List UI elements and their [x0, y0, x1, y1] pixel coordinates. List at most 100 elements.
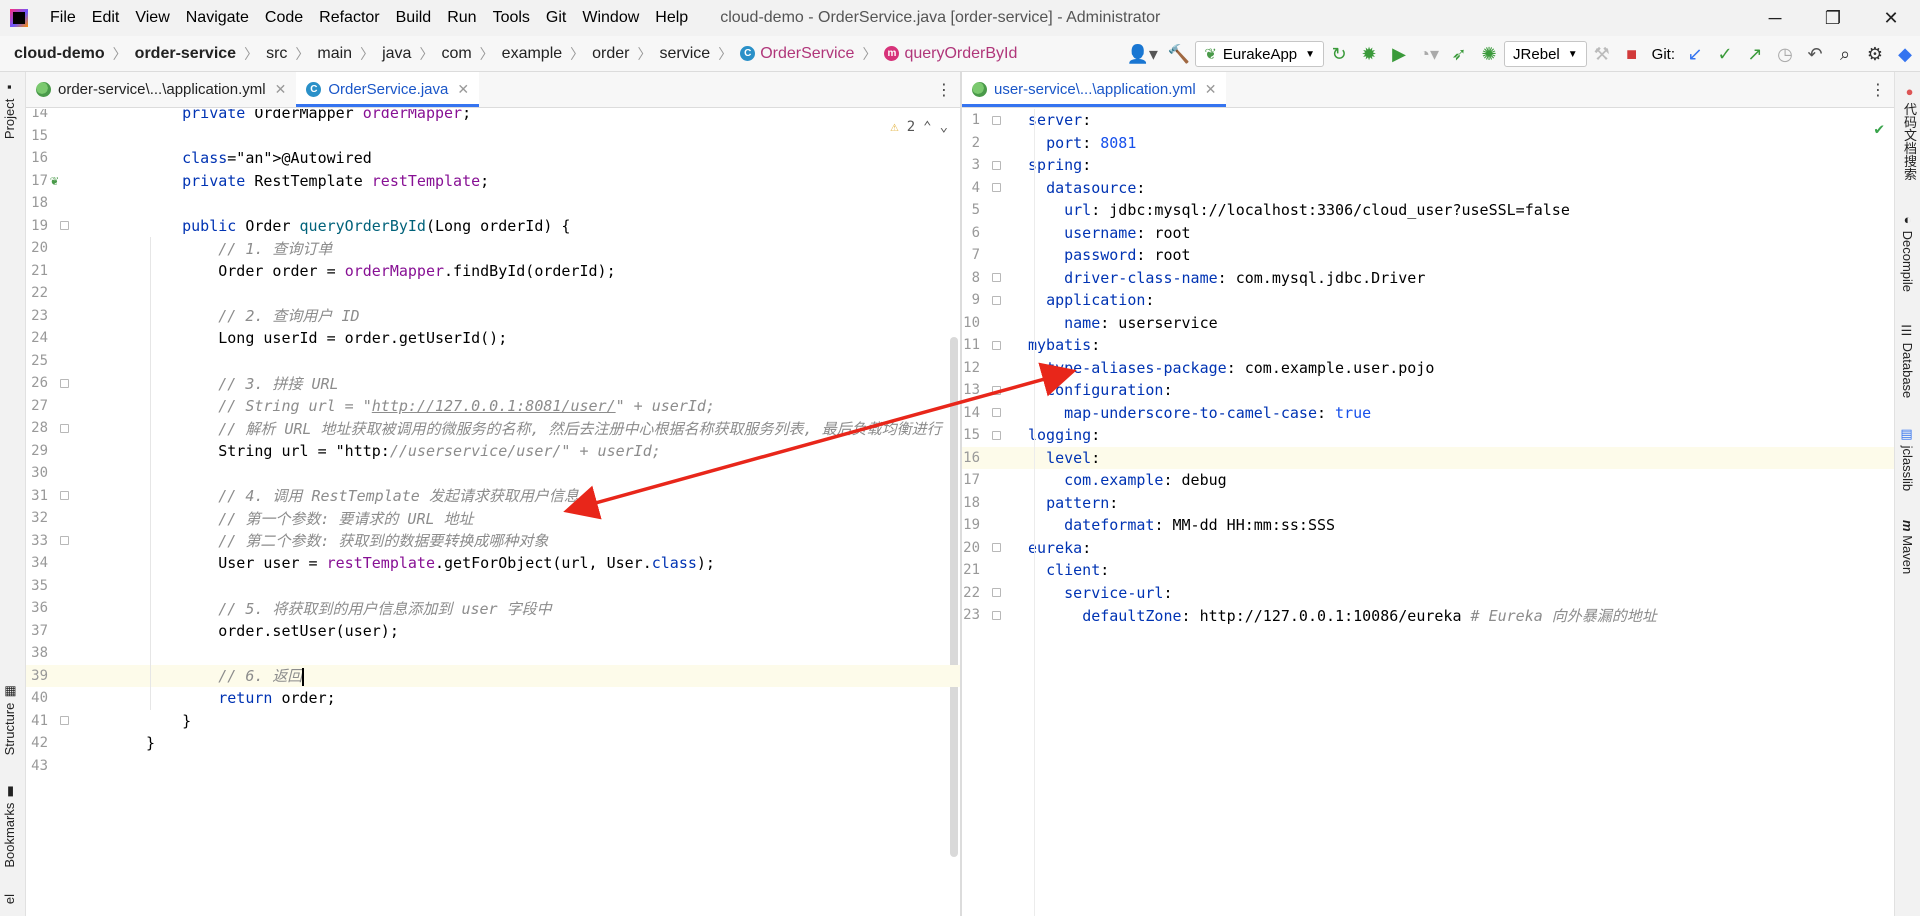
code-line[interactable]: 17 com.example: debug [962, 469, 1894, 492]
git-rollback-icon[interactable]: ↶ [1805, 44, 1825, 65]
more-tabs-icon[interactable]: ⋮ [936, 80, 952, 100]
code-line[interactable]: 19 public Order queryOrderById(Long orde… [26, 215, 960, 238]
code-line[interactable]: 30 [26, 462, 960, 485]
fold-marker-icon[interactable] [992, 115, 1001, 125]
fold-marker-icon[interactable] [992, 588, 1001, 598]
code-line[interactable]: 10 name: userservice [962, 312, 1894, 335]
code-line[interactable]: 4 datasource: [962, 177, 1894, 200]
user-dropdown-icon[interactable]: 👤▾ [1126, 44, 1157, 65]
menu-help[interactable]: Help [647, 9, 696, 27]
code-line[interactable]: 11 mybatis: [962, 334, 1894, 357]
code-line[interactable]: 32 // 第一个参数: 要请求的 URL 地址 [26, 507, 960, 530]
menu-run[interactable]: Run [439, 9, 484, 27]
code-line[interactable]: 9 application: [962, 289, 1894, 312]
code-line[interactable]: 20 // 1. 查询订单 [26, 237, 960, 260]
breadcrumb-item[interactable]: order [592, 45, 629, 63]
code-line[interactable]: 15 logging: [962, 424, 1894, 447]
code-line[interactable]: 13 configuration: [962, 379, 1894, 402]
code-line[interactable]: 34 User user = restTemplate.getForObject… [26, 552, 960, 575]
menu-git[interactable]: Git [538, 9, 574, 27]
structure-tool-tab[interactable]: Structure ▦ [2, 684, 17, 755]
menu-window[interactable]: Window [574, 9, 647, 27]
code-line[interactable]: 15 [26, 125, 960, 148]
breadcrumb-item[interactable]: src [266, 45, 287, 63]
code-line[interactable]: 31 // 4. 调用 RestTemplate 发起请求获取用户信息 [26, 485, 960, 508]
fold-marker-icon[interactable] [992, 160, 1001, 170]
git-update-icon[interactable]: ↙ [1685, 44, 1705, 65]
code-line[interactable]: 14 map-underscore-to-camel-case: true [962, 402, 1894, 425]
code-line[interactable]: 29 String url = "http://userservice/user… [26, 440, 960, 463]
coverage-icon[interactable]: ▶ [1389, 44, 1409, 65]
menu-navigate[interactable]: Navigate [178, 9, 257, 27]
database-tool-tab[interactable]: ☰ Database [1900, 324, 1915, 398]
decompile-tool-tab[interactable]: ◐ Decompile [1900, 212, 1915, 292]
cut-off-tool-tab[interactable]: el [2, 894, 17, 904]
code-line[interactable]: 37 order.setUser(user); [26, 620, 960, 643]
code-line[interactable]: 1 server: [962, 109, 1894, 132]
jetbrains-toolbox-icon[interactable]: ◆ [1895, 44, 1915, 65]
breadcrumb-item[interactable]: java [382, 45, 411, 63]
run-config-select[interactable]: ❦ EurakeApp ▼ [1195, 41, 1325, 67]
code-line[interactable]: 6 username: root [962, 222, 1894, 245]
fold-marker-icon[interactable] [992, 430, 1001, 440]
code-line[interactable]: 23 // 2. 查询用户 ID [26, 305, 960, 328]
code-line[interactable]: 17 private RestTemplate restTemplate; [26, 170, 960, 193]
code-line[interactable]: 41 } [26, 710, 960, 733]
menu-file[interactable]: File [42, 9, 84, 27]
profiler-icon[interactable]: ◔▾ [1419, 44, 1439, 65]
breadcrumb-item[interactable]: order-service [135, 45, 236, 63]
minimize-button[interactable]: ─ [1746, 0, 1804, 36]
code-line[interactable]: 36 // 5. 将获取到的用户信息添加到 user 字段中 [26, 597, 960, 620]
bookmarks-tool-tab[interactable]: Bookmarks ▮ [2, 784, 17, 868]
menu-build[interactable]: Build [388, 9, 440, 27]
fold-marker-icon[interactable] [992, 340, 1001, 350]
code-line[interactable]: 8 driver-class-name: com.mysql.jdbc.Driv… [962, 267, 1894, 290]
more-tabs-icon[interactable]: ⋮ [1870, 80, 1886, 100]
search-icon[interactable]: ⌕ [1835, 44, 1855, 65]
fold-marker-icon[interactable] [60, 716, 69, 726]
fold-marker-icon[interactable] [992, 183, 1001, 193]
fold-marker-icon[interactable] [60, 491, 69, 501]
code-line[interactable]: 40 return order; [26, 687, 960, 710]
code-line[interactable]: 28 // 解析 URL 地址获取被调用的微服务的名称, 然后去注册中心根据名称… [26, 417, 960, 440]
jrebel-debug-icon[interactable]: ✺ [1479, 44, 1499, 65]
code-line[interactable]: 33 // 第二个参数: 获取到的数据要转换成哪种对象 [26, 530, 960, 553]
code-line[interactable]: 22 service-url: [962, 582, 1894, 605]
restore-button[interactable]: ❐ [1804, 0, 1862, 36]
code-line[interactable]: 25 [26, 350, 960, 373]
code-line[interactable]: 21 client: [962, 559, 1894, 582]
project-tool-tab[interactable]: Project ▪ [2, 80, 17, 139]
code-line[interactable]: 26 // 3. 拼接 URL [26, 372, 960, 395]
code-line[interactable]: 21 Order order = orderMapper.findById(or… [26, 260, 960, 283]
jrebel-run-icon[interactable]: ➶ [1449, 44, 1469, 65]
breadcrumb-item[interactable]: service [660, 45, 711, 63]
code-line[interactable]: 38 [26, 642, 960, 665]
fold-marker-icon[interactable] [992, 408, 1001, 418]
git-push-icon[interactable]: ↗ [1745, 44, 1765, 65]
menu-code[interactable]: Code [257, 9, 311, 27]
hammer-disabled-icon[interactable]: ⚒ [1592, 44, 1612, 65]
code-line[interactable]: 2 port: 8081 [962, 132, 1894, 155]
git-history-icon[interactable]: ◷ [1775, 44, 1795, 65]
code-line[interactable]: 18 [26, 192, 960, 215]
fold-marker-icon[interactable] [992, 610, 1001, 620]
breadcrumb-item[interactable]: main [317, 45, 352, 63]
code-line[interactable]: 24 Long userId = order.getUserId(); [26, 327, 960, 350]
code-line[interactable]: 20 eureka: [962, 537, 1894, 560]
fold-marker-icon[interactable] [60, 536, 69, 546]
code-line[interactable]: 42} [26, 732, 960, 755]
code-line[interactable]: 23 defaultZone: http://127.0.0.1:10086/e… [962, 604, 1894, 627]
rerun-icon[interactable]: ↻ [1329, 44, 1349, 65]
git-commit-icon[interactable]: ✓ [1715, 44, 1735, 65]
fold-marker-icon[interactable] [992, 295, 1001, 305]
fold-marker-icon[interactable] [992, 385, 1001, 395]
debug-bug-icon[interactable]: ✹ [1359, 44, 1379, 65]
menu-edit[interactable]: Edit [84, 9, 128, 27]
code-line[interactable]: 43 [26, 755, 960, 778]
menu-refactor[interactable]: Refactor [311, 9, 387, 27]
breadcrumb-item[interactable]: cloud-demo [14, 45, 105, 63]
yaml-code-editor[interactable]: ✔ 1 server: 2 port: 8081 3 spring: 4 datasour… [962, 109, 1894, 916]
fold-marker-icon[interactable] [60, 378, 69, 388]
jrebel-select[interactable]: JRebel ▼ [1504, 41, 1587, 67]
code-line[interactable]: 7 password: root [962, 244, 1894, 267]
